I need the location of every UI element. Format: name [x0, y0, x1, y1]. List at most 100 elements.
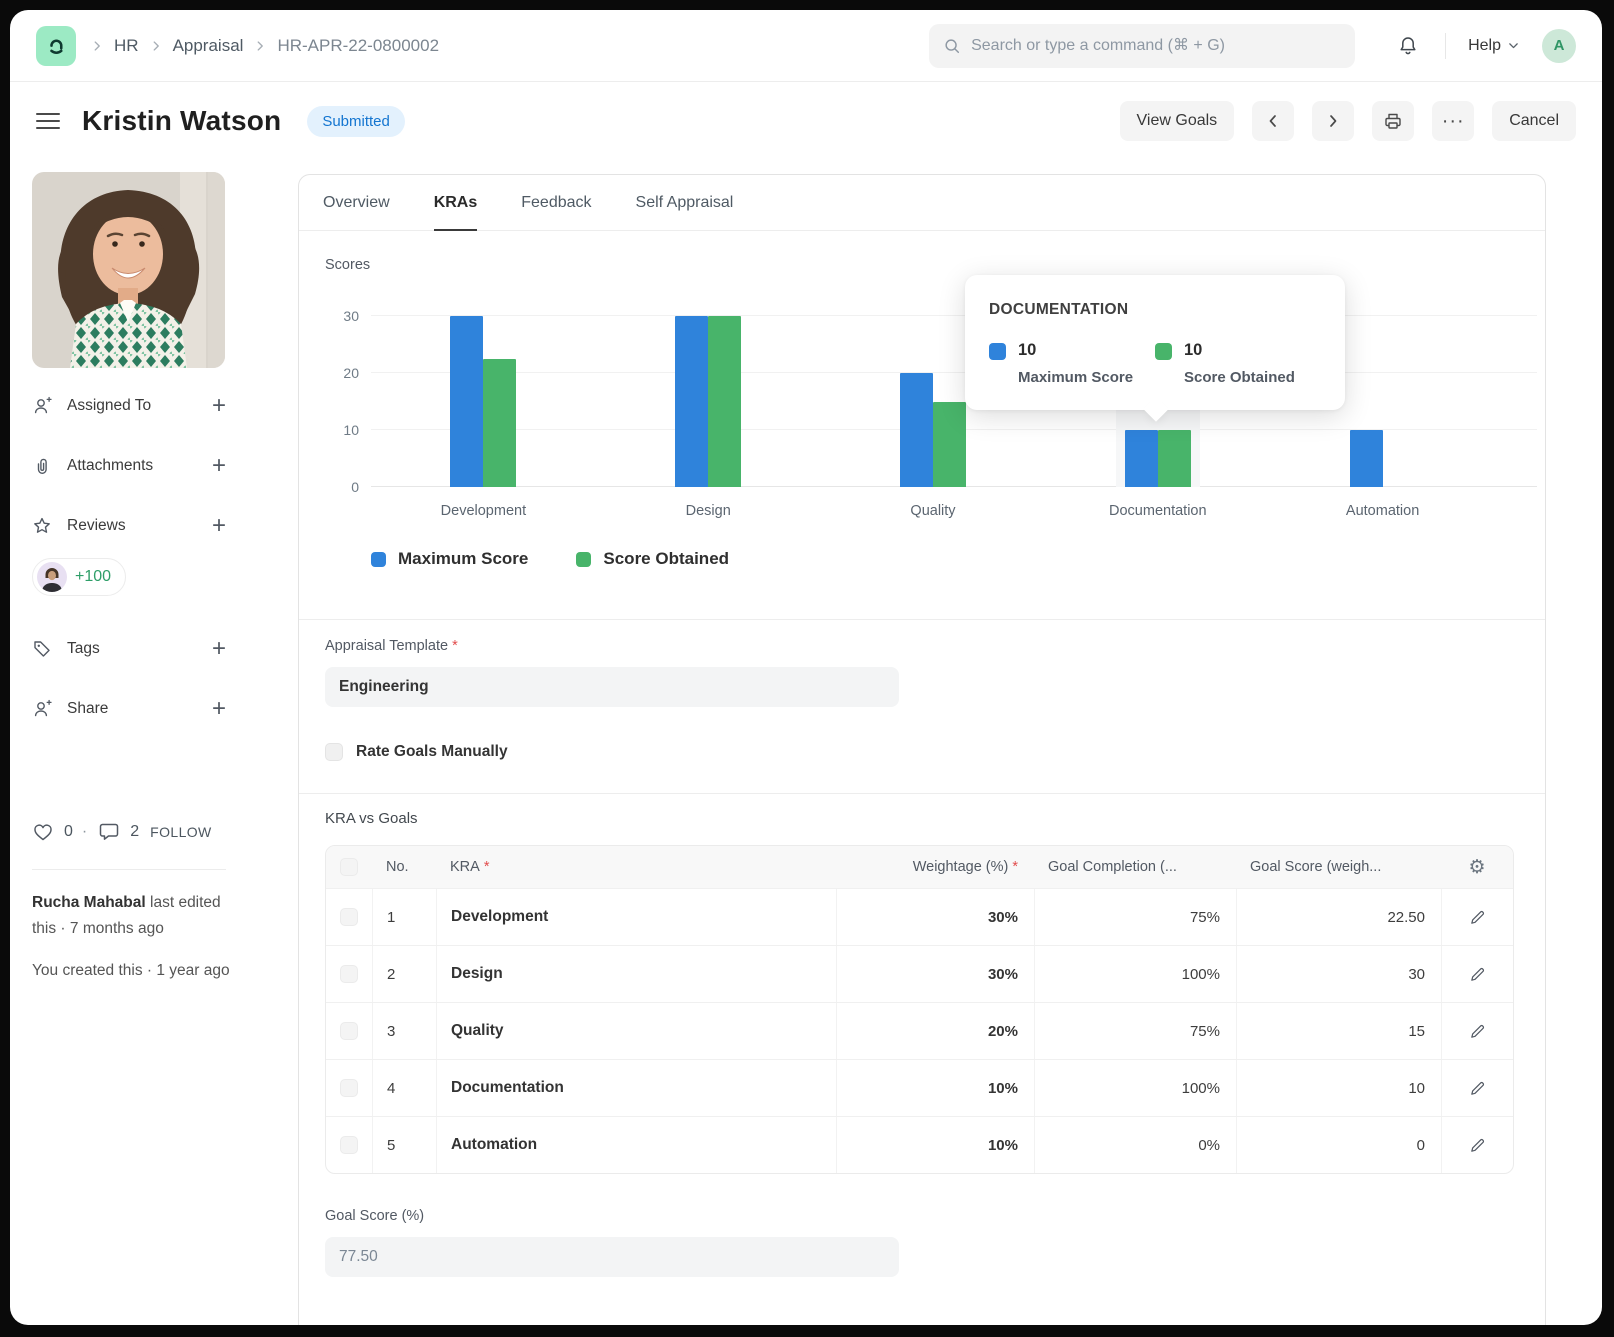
cancel-button[interactable]: Cancel [1492, 101, 1576, 141]
row-checkbox[interactable] [340, 1079, 358, 1097]
sidebar-item-assigned-to: Assigned To + [32, 394, 226, 418]
blue-swatch [989, 343, 1006, 360]
edit-row-button[interactable] [1469, 1137, 1486, 1154]
weightage-cell: 10% [836, 1060, 1034, 1116]
rate-goals-checkbox[interactable] [325, 743, 343, 761]
weightage-cell: 10% [836, 1117, 1034, 1173]
global-search[interactable] [929, 24, 1355, 68]
more-actions-button[interactable]: ··· [1432, 101, 1474, 141]
goal-score-field[interactable] [325, 1237, 899, 1277]
comments-count[interactable]: 2 [130, 823, 139, 841]
heart-icon[interactable] [32, 821, 54, 843]
comment-icon[interactable] [98, 821, 120, 843]
page-title: Kristin Watson [82, 105, 281, 137]
row-checkbox[interactable] [340, 1136, 358, 1154]
y-axis-tick: 0 [325, 479, 359, 495]
navbar-divider [1445, 33, 1446, 59]
select-all-checkbox[interactable] [340, 858, 358, 876]
edit-row-button[interactable] [1469, 1080, 1486, 1097]
x-axis-label: Documentation [1045, 503, 1270, 519]
score-cell: 0 [1236, 1117, 1441, 1173]
chart-tooltip: DOCUMENTATION 10 Maximum Score [965, 275, 1345, 410]
chevron-right-icon [1325, 113, 1341, 129]
reviewers-pill[interactable]: +100 [32, 558, 126, 596]
goal-score-section: Goal Score (%) [325, 1174, 1519, 1317]
y-axis-tick: 10 [325, 422, 359, 438]
tab-kras[interactable]: KRAs [434, 175, 478, 230]
table-header-row: No. KRA* Weightage (%)* Goal Completion … [326, 846, 1513, 888]
notifications-bell-icon[interactable] [1397, 35, 1419, 57]
add-attachment-button[interactable]: + [212, 454, 226, 478]
separator-dot: · [82, 823, 87, 841]
row-checkbox[interactable] [340, 965, 358, 983]
search-input[interactable] [971, 37, 1341, 55]
add-share-button[interactable]: + [212, 697, 226, 721]
goal-score-label: Goal Score (%) [325, 1208, 1493, 1224]
add-tag-button[interactable]: + [212, 637, 226, 661]
tab-self-appraisal[interactable]: Self Appraisal [636, 175, 734, 230]
content: Assigned To + Attachments + Reviews + [10, 160, 1602, 1325]
attachments-label: Attachments [67, 457, 153, 475]
kra-cell: Automation [436, 1117, 836, 1173]
edit-row-button[interactable] [1469, 966, 1486, 983]
tooltip-value: 10 [1184, 341, 1295, 360]
employee-photo [32, 172, 225, 368]
prev-record-button[interactable] [1252, 101, 1294, 141]
completion-cell: 0% [1034, 1117, 1236, 1173]
rate-goals-manually-row[interactable]: Rate Goals Manually [325, 743, 1519, 761]
score-cell: 30 [1236, 946, 1441, 1002]
required-asterisk: * [1012, 859, 1018, 875]
tags-label: Tags [67, 640, 100, 658]
completion-cell: 75% [1034, 1003, 1236, 1059]
print-button[interactable] [1372, 101, 1414, 141]
row-number: 2 [372, 946, 436, 1002]
app-logo[interactable] [36, 26, 76, 66]
blue-swatch [371, 552, 386, 567]
legend-item-maximum-score: Maximum Score [371, 549, 528, 569]
required-asterisk: * [452, 638, 458, 654]
user-avatar[interactable]: A [1542, 29, 1576, 63]
breadcrumb-item-hr[interactable]: HR [114, 36, 139, 56]
help-menu[interactable]: Help [1468, 37, 1520, 55]
view-goals-button[interactable]: View Goals [1120, 101, 1235, 141]
reviewers-count: +100 [75, 568, 111, 586]
sidebar-toggle-icon[interactable] [36, 109, 60, 133]
bar-group-design[interactable]: Design [596, 297, 821, 487]
likes-count[interactable]: 0 [64, 823, 73, 841]
hr-logo-icon [44, 34, 68, 58]
breadcrumb-item-record-id[interactable]: HR-APR-22-0800002 [277, 36, 439, 56]
tab-overview[interactable]: Overview [323, 175, 390, 230]
follow-button[interactable]: FOLLOW [150, 824, 212, 840]
chart-plot: DevelopmentDesignQualityDocumentationAut… [325, 297, 1537, 487]
next-record-button[interactable] [1312, 101, 1354, 141]
status-badge: Submitted [307, 106, 405, 137]
bar [708, 316, 741, 487]
green-swatch [576, 552, 591, 567]
score-cell: 22.50 [1236, 889, 1441, 945]
add-review-button[interactable]: + [212, 514, 226, 538]
last-edited-note: Rucha Mahabal last edited this · 7 month… [32, 890, 232, 942]
printer-icon [1383, 111, 1403, 131]
required-asterisk: * [484, 859, 490, 875]
col-header-goal-score: Goal Score (weigh... [1236, 846, 1441, 888]
completion-cell: 100% [1034, 1060, 1236, 1116]
bar [483, 359, 516, 487]
add-assignment-button[interactable]: + [212, 394, 226, 418]
row-checkbox[interactable] [340, 1022, 358, 1040]
edit-row-button[interactable] [1469, 909, 1486, 926]
weightage-cell: 30% [836, 889, 1034, 945]
chart-legend: Maximum Score Score Obtained [325, 549, 1537, 569]
appraisal-template-field[interactable] [325, 667, 899, 707]
sidebar-divider [32, 869, 226, 870]
tab-feedback[interactable]: Feedback [521, 175, 591, 230]
share-label: Share [67, 700, 108, 718]
score-cell: 10 [1236, 1060, 1441, 1116]
bar-group-development[interactable]: Development [371, 297, 596, 487]
edit-row-button[interactable] [1469, 1023, 1486, 1040]
paperclip-icon [32, 456, 54, 476]
breadcrumb-item-appraisal[interactable]: Appraisal [173, 36, 244, 56]
row-checkbox[interactable] [340, 908, 358, 926]
tooltip-entry-obtained: 10 Score Obtained [1155, 341, 1321, 386]
table-settings-gear-icon[interactable]: ⚙ [1468, 858, 1485, 877]
table-row: 4 Documentation 10% 100% 10 [326, 1059, 1513, 1116]
